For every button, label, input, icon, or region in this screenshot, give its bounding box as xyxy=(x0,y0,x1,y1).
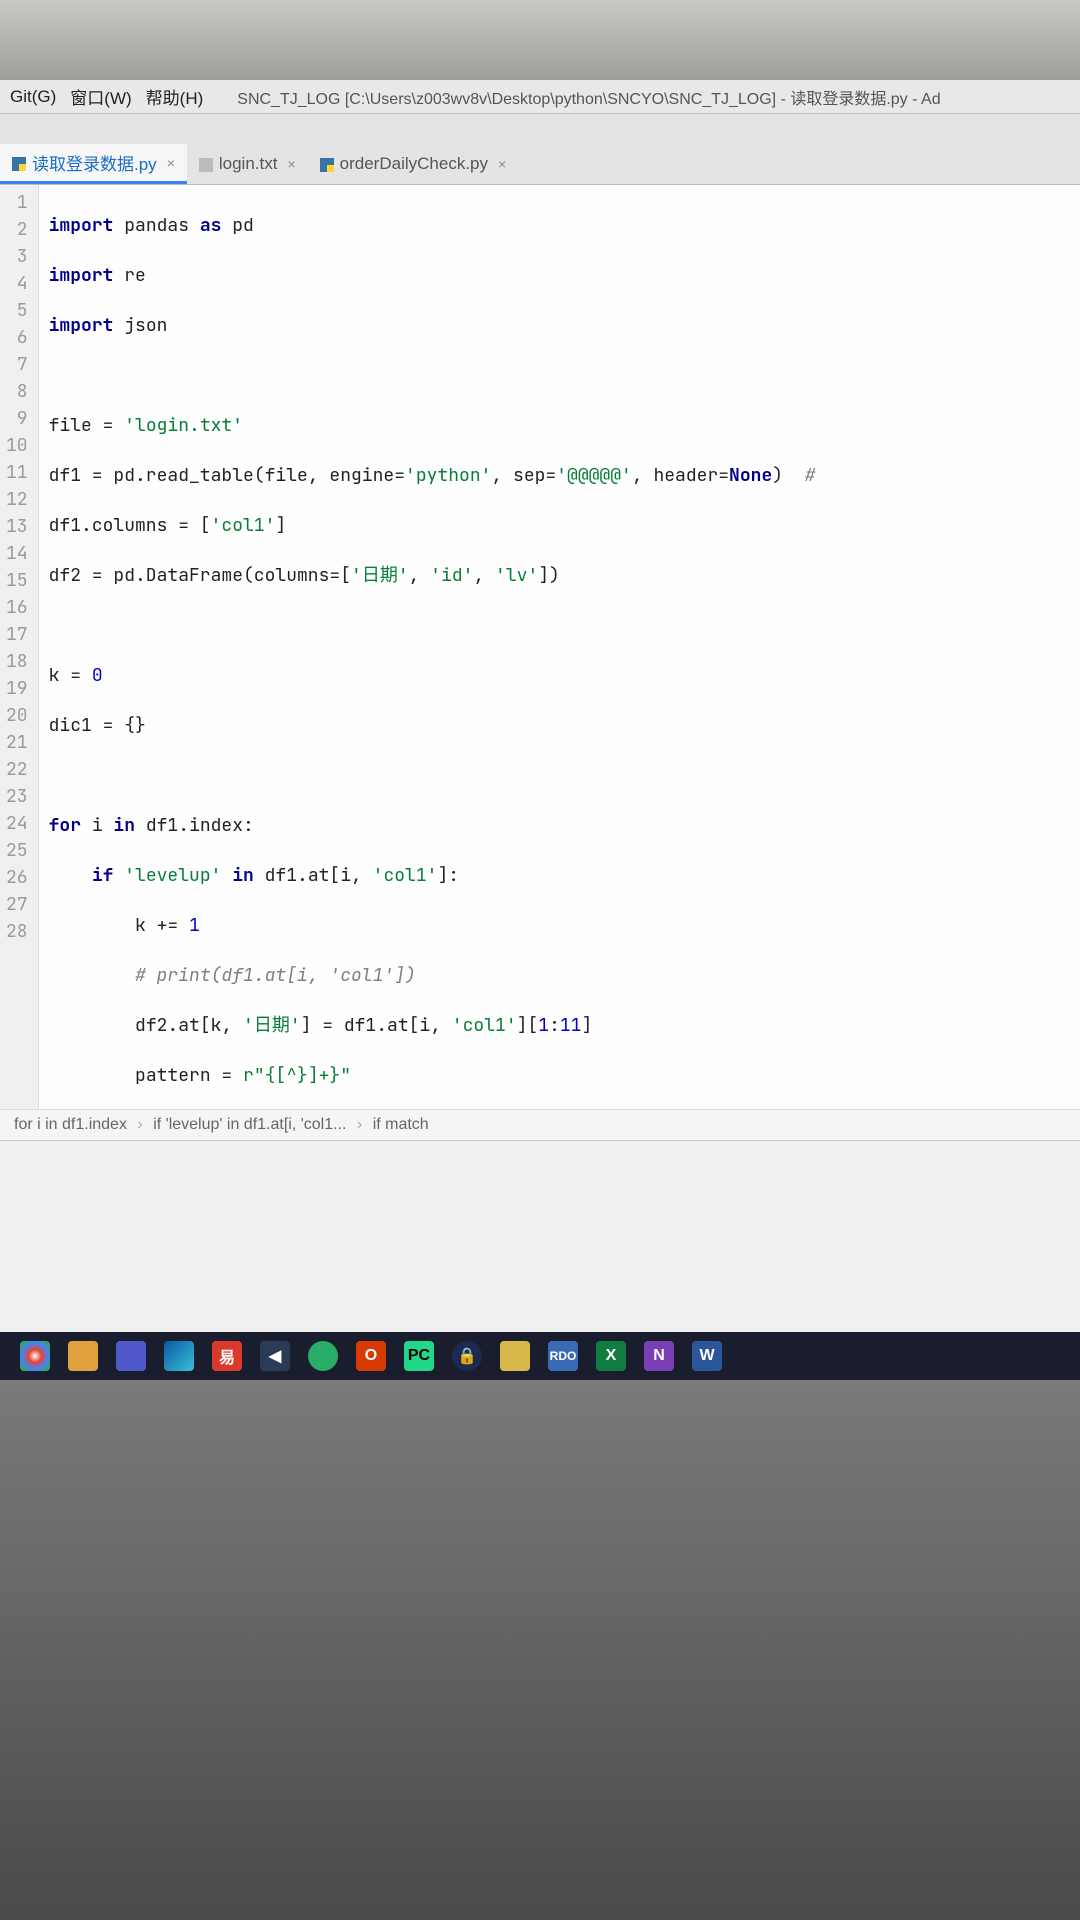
chevron-right-icon: › xyxy=(357,1116,362,1133)
line-number: 25 xyxy=(6,837,28,864)
menubar: Git(G) 窗口(W) 帮助(H) SNC_TJ_LOG [C:\Users\… xyxy=(0,80,1080,114)
line-number: 18 xyxy=(6,648,28,675)
close-icon[interactable]: × xyxy=(287,156,295,172)
notes-icon[interactable] xyxy=(500,1341,530,1371)
line-number: 9 xyxy=(6,405,28,432)
ide-window: Git(G) 窗口(W) 帮助(H) SNC_TJ_LOG [C:\Users\… xyxy=(0,80,1080,1340)
line-number: 23 xyxy=(6,783,28,810)
line-number: 20 xyxy=(6,702,28,729)
line-number: 17 xyxy=(6,621,28,648)
pycharm-icon[interactable]: PC xyxy=(404,1341,434,1371)
breadcrumb[interactable]: for i in df1.index › if 'levelup' in df1… xyxy=(0,1109,1080,1140)
line-number: 4 xyxy=(6,270,28,297)
line-number: 15 xyxy=(6,567,28,594)
excel-icon[interactable]: X xyxy=(596,1341,626,1371)
chevron-right-icon: › xyxy=(137,1116,142,1133)
line-number: 3 xyxy=(6,243,28,270)
line-number: 24 xyxy=(6,810,28,837)
lock-icon[interactable]: 🔒 xyxy=(452,1341,482,1371)
line-number: 5 xyxy=(6,297,28,324)
photo-ceiling xyxy=(0,0,1080,80)
line-number: 13 xyxy=(6,513,28,540)
text-file-icon xyxy=(199,157,213,171)
close-icon[interactable]: × xyxy=(498,156,506,172)
window-title: SNC_TJ_LOG [C:\Users\z003wv8v\Desktop\py… xyxy=(237,85,1070,109)
line-number: 27 xyxy=(6,891,28,918)
breadcrumb-item[interactable]: if 'levelup' in df1.at[i, 'col1... xyxy=(153,1116,346,1133)
editor-tabs: 读取登录数据.py × login.txt × orderDailyCheck.… xyxy=(0,114,1080,185)
close-icon[interactable]: × xyxy=(167,155,175,171)
code-area[interactable]: import pandas as pd import re import jso… xyxy=(39,185,1080,1109)
line-number: 16 xyxy=(6,594,28,621)
line-number: 10 xyxy=(6,432,28,459)
line-number: 19 xyxy=(6,675,28,702)
editor[interactable]: 1234567891011121314151617181920212223242… xyxy=(0,185,1080,1109)
line-number: 6 xyxy=(6,324,28,351)
menu-help[interactable]: 帮助(H) xyxy=(146,84,204,109)
word-icon[interactable]: W xyxy=(692,1341,722,1371)
line-number: 2 xyxy=(6,216,28,243)
tool-window[interactable] xyxy=(0,1140,1080,1340)
tab-label: 读取登录数据.py xyxy=(32,150,157,175)
line-number: 14 xyxy=(6,540,28,567)
windows-taskbar[interactable]: 易 ◀ O PC 🔒 RDO X N W xyxy=(0,1332,1080,1380)
breadcrumb-item[interactable]: if match xyxy=(373,1116,429,1133)
line-number: 12 xyxy=(6,486,28,513)
menu-git[interactable]: Git(G) xyxy=(10,87,56,107)
rdo-icon[interactable]: RDO xyxy=(548,1341,578,1371)
line-number: 11 xyxy=(6,459,28,486)
tab-login[interactable]: login.txt × xyxy=(187,144,308,184)
line-number: 22 xyxy=(6,756,28,783)
office-icon[interactable]: O xyxy=(356,1341,386,1371)
file-explorer-icon[interactable] xyxy=(68,1341,98,1371)
tab-orderdaily[interactable]: orderDailyCheck.py × xyxy=(308,144,519,184)
line-gutter: 1234567891011121314151617181920212223242… xyxy=(0,185,39,1109)
python-file-icon xyxy=(320,157,334,171)
breadcrumb-item[interactable]: for i in df1.index xyxy=(14,1116,127,1133)
line-number: 1 xyxy=(6,189,28,216)
line-number: 28 xyxy=(6,918,28,945)
input-icon[interactable]: ◀ xyxy=(260,1341,290,1371)
menu-window[interactable]: 窗口(W) xyxy=(70,84,131,109)
app-icon[interactable]: 易 xyxy=(212,1341,242,1371)
tab-active[interactable]: 读取登录数据.py × xyxy=(0,144,187,184)
chrome-icon[interactable] xyxy=(20,1341,50,1371)
line-number: 21 xyxy=(6,729,28,756)
line-number: 8 xyxy=(6,378,28,405)
wechat-icon[interactable] xyxy=(308,1341,338,1371)
teams-icon[interactable] xyxy=(116,1341,146,1371)
tab-label: login.txt xyxy=(219,154,278,174)
onenote-icon[interactable]: N xyxy=(644,1341,674,1371)
edge-icon[interactable] xyxy=(164,1341,194,1371)
line-number: 26 xyxy=(6,864,28,891)
photo-monitor-stand xyxy=(0,1380,1080,1920)
line-number: 7 xyxy=(6,351,28,378)
tab-label: orderDailyCheck.py xyxy=(340,154,488,174)
python-file-icon xyxy=(12,156,26,170)
